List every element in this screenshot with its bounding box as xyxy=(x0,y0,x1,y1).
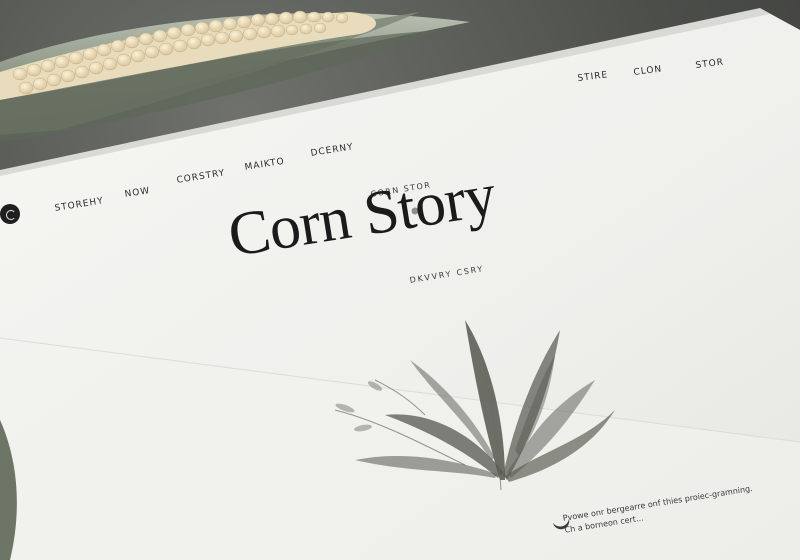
hero-title: Corn Story xyxy=(223,160,501,270)
hero-subtitle: DKVVRY CSRY xyxy=(409,264,485,285)
page-content: STIRE CLON STOR STOREHY NOW CORSTRY MAIK… xyxy=(0,0,800,560)
nav-item-now[interactable]: NOW xyxy=(124,186,151,200)
top-nav-item-stire[interactable]: STIRE xyxy=(577,70,609,84)
top-nav-item-stor[interactable]: STOR xyxy=(695,58,725,71)
top-nav-item-clon[interactable]: CLON xyxy=(633,64,663,77)
nav-item-storehy[interactable]: STOREHY xyxy=(54,196,104,214)
nav-item-maikto[interactable]: MAIKTO xyxy=(244,157,285,173)
logo-icon[interactable] xyxy=(0,204,20,224)
mockup-scene: STIRE CLON STOR STOREHY NOW CORSTRY MAIK… xyxy=(0,0,800,560)
plant-illustration xyxy=(334,320,615,491)
nav-item-corstry[interactable]: CORSTRY xyxy=(176,168,226,186)
nav-item-dcerny[interactable]: DCERNY xyxy=(310,142,354,159)
top-nav: STIRE CLON STOR xyxy=(565,48,765,88)
